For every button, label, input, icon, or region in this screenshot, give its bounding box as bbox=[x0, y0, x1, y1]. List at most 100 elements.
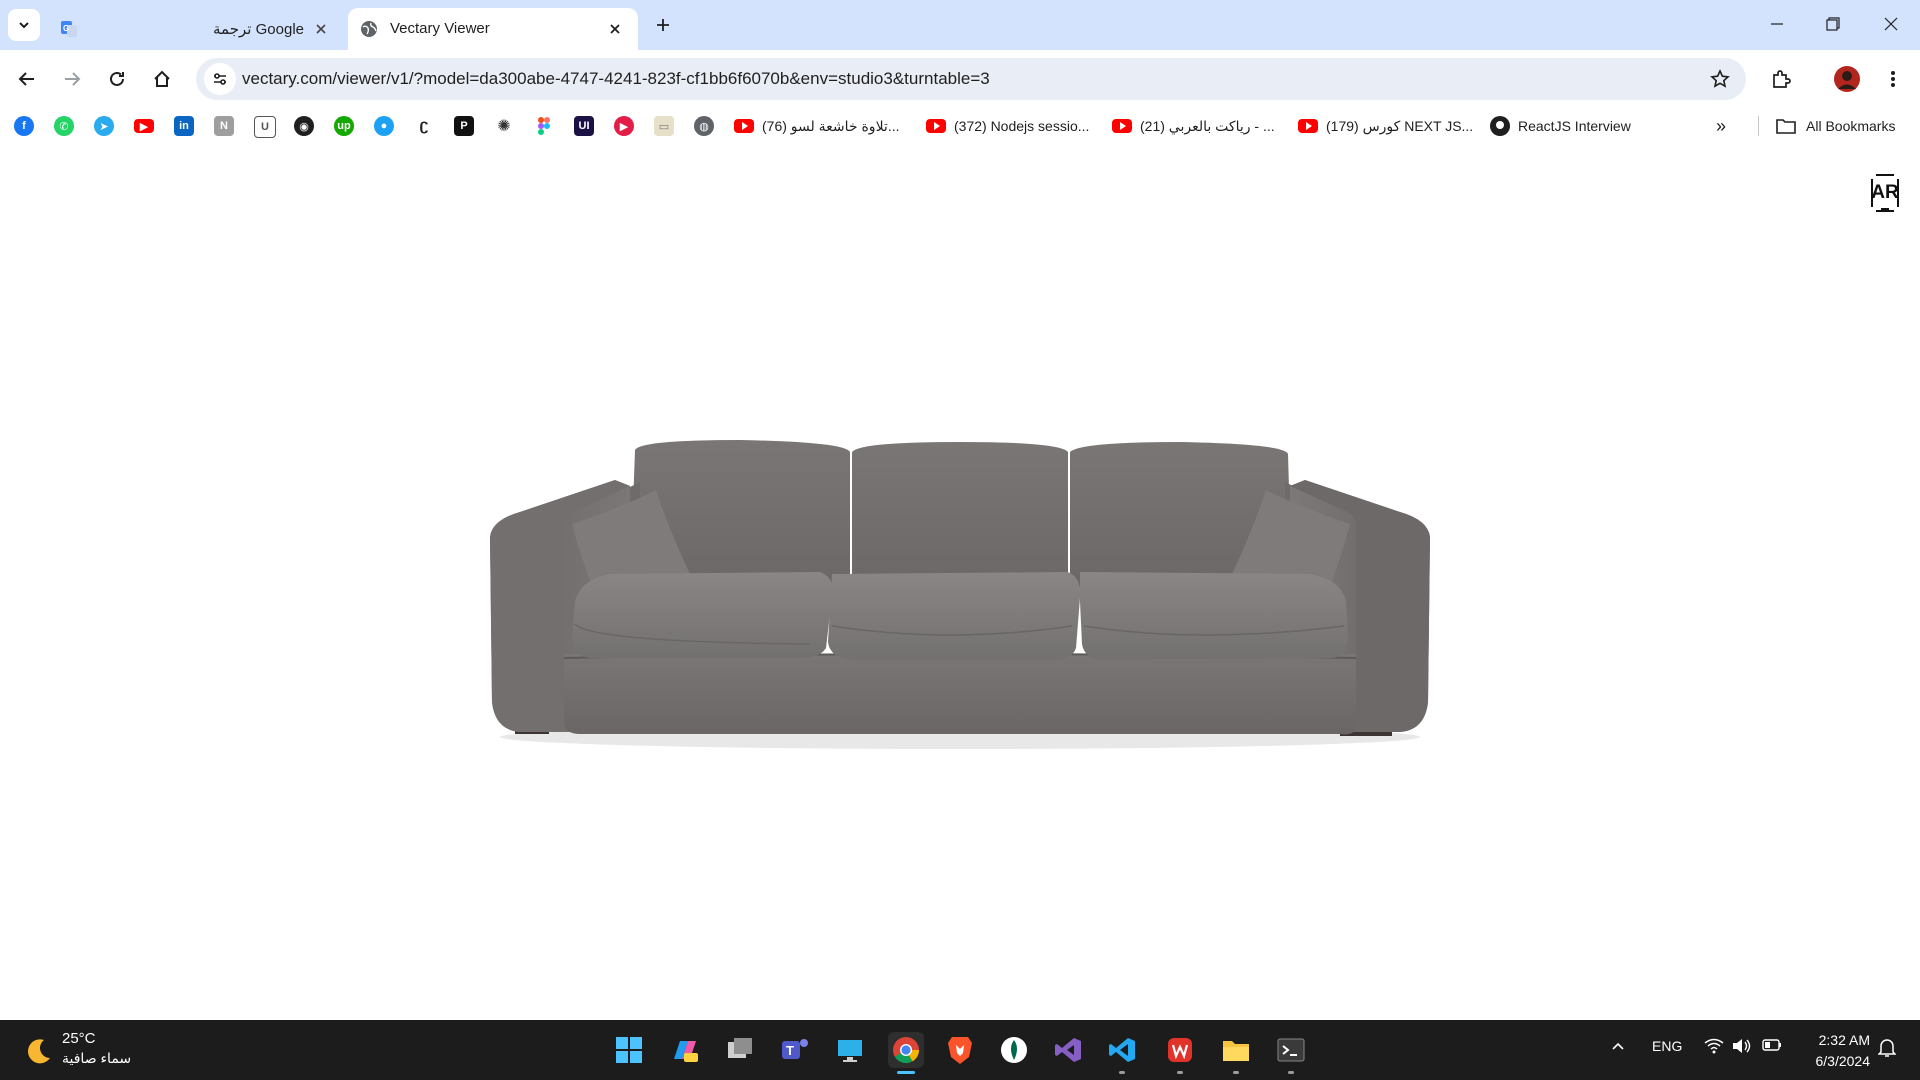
battery-icon[interactable] bbox=[1762, 1038, 1782, 1055]
play-icon[interactable]: ▶ bbox=[614, 116, 634, 136]
bookmark-label: (21) رياكت بالعربي - ... bbox=[1140, 117, 1275, 134]
ar-button[interactable]: AR bbox=[1870, 173, 1900, 213]
bookmark-item[interactable]: (21) رياكت بالعربي - ... bbox=[1112, 115, 1275, 137]
forward-button[interactable] bbox=[55, 62, 89, 96]
desktop-icon[interactable] bbox=[832, 1032, 868, 1068]
windows-taskbar: 25°C سماء صافية T ENG 2:32 AM 6/3/2024 bbox=[0, 1020, 1920, 1080]
visual-studio-icon[interactable] bbox=[1050, 1032, 1086, 1068]
reload-icon bbox=[110, 71, 124, 86]
sofa-3d-model[interactable] bbox=[480, 412, 1440, 752]
more-vertical-icon bbox=[1891, 71, 1895, 87]
teams-icon[interactable]: T bbox=[777, 1032, 813, 1068]
tab-google-translate[interactable]: G ترجمة Google bbox=[48, 8, 344, 50]
bookmark-label: ReactJS Interview bbox=[1518, 118, 1631, 134]
tab-strip: G ترجمة Google Vectary Viewer bbox=[0, 0, 1920, 50]
task-view-icon[interactable] bbox=[722, 1032, 758, 1068]
notion-icon[interactable]: N bbox=[214, 116, 234, 136]
wps-icon[interactable] bbox=[1162, 1032, 1198, 1074]
svg-text:T: T bbox=[786, 1043, 794, 1058]
bookmark-label: (179) كورس NEXT JS... bbox=[1326, 117, 1474, 134]
file-explorer-icon[interactable] bbox=[1218, 1032, 1254, 1074]
reload-button[interactable] bbox=[100, 62, 134, 96]
bookmark-item[interactable]: ReactJS Interview bbox=[1490, 115, 1631, 137]
bookmark-star-icon[interactable] bbox=[1708, 67, 1732, 91]
back-button[interactable] bbox=[10, 62, 44, 96]
clock-time: 2:32 AM bbox=[1818, 1032, 1870, 1048]
extensions-button[interactable] bbox=[1764, 62, 1798, 96]
vectary-viewer-canvas[interactable]: AR bbox=[0, 142, 1920, 1020]
system-clock[interactable]: 2:32 AM 6/3/2024 bbox=[1800, 1030, 1871, 1072]
tab-title: ترجمة Google bbox=[213, 21, 304, 38]
shield-icon[interactable]: U bbox=[254, 116, 276, 138]
brave-icon[interactable] bbox=[942, 1032, 978, 1068]
github-icon[interactable]: ◉ bbox=[294, 116, 314, 136]
profile-button[interactable] bbox=[1830, 62, 1864, 96]
menu-button[interactable] bbox=[1876, 62, 1910, 96]
bookmark-item[interactable]: (372) Nodejs sessio... bbox=[926, 115, 1089, 137]
upwork-icon[interactable]: up bbox=[334, 116, 354, 136]
whatsapp-icon[interactable]: ✆ bbox=[54, 116, 74, 136]
telegram-icon[interactable]: ➤ bbox=[94, 116, 114, 136]
chevron-down-icon bbox=[19, 22, 29, 29]
google-translate-icon: G bbox=[61, 21, 77, 37]
chrome-icon[interactable] bbox=[888, 1032, 924, 1074]
close-window-button[interactable] bbox=[1868, 6, 1914, 42]
active-indicator bbox=[897, 1071, 915, 1074]
show-hidden-icons-chevron-icon[interactable] bbox=[1610, 1038, 1626, 1057]
terminal-icon[interactable] bbox=[1273, 1032, 1309, 1074]
minimize-icon bbox=[1771, 23, 1783, 25]
youtube-icon bbox=[1112, 119, 1132, 133]
openai-icon[interactable]: ✺ bbox=[494, 116, 514, 136]
url-text[interactable]: vectary.com/viewer/v1/?model=da300abe-47… bbox=[242, 69, 990, 89]
browser-toolbar: vectary.com/viewer/v1/?model=da300abe-47… bbox=[0, 50, 1920, 108]
volume-icon[interactable] bbox=[1732, 1038, 1752, 1057]
youtube-icon[interactable]: ▶ bbox=[134, 119, 154, 133]
copilot-icon[interactable] bbox=[667, 1032, 703, 1068]
linkedin-icon[interactable]: in bbox=[174, 116, 194, 136]
moon-icon bbox=[28, 1039, 50, 1064]
vscode-icon[interactable] bbox=[1104, 1032, 1140, 1074]
close-tab-icon[interactable] bbox=[604, 18, 626, 40]
address-bar[interactable]: vectary.com/viewer/v1/?model=da300abe-47… bbox=[196, 58, 1746, 100]
notification-bell-icon[interactable] bbox=[1877, 1038, 1897, 1061]
tab-title: Vectary Viewer bbox=[390, 20, 490, 37]
folder-icon bbox=[1776, 119, 1796, 134]
tab-vectary-viewer[interactable]: Vectary Viewer bbox=[348, 8, 638, 50]
circle-app-icon[interactable]: ● bbox=[374, 116, 394, 136]
home-button[interactable] bbox=[145, 62, 179, 96]
plus-icon bbox=[657, 19, 669, 31]
facebook-icon[interactable]: f bbox=[14, 116, 34, 136]
all-bookmarks-label: All Bookmarks bbox=[1806, 118, 1896, 134]
restore-button[interactable] bbox=[1810, 6, 1856, 42]
bookmark-item[interactable]: (179) كورس NEXT JS... bbox=[1298, 115, 1473, 137]
figma-icon[interactable] bbox=[534, 116, 554, 136]
running-indicator bbox=[1233, 1071, 1239, 1074]
wifi-icon[interactable] bbox=[1704, 1038, 1724, 1057]
producthunt-icon[interactable]: P bbox=[454, 116, 474, 136]
image-icon[interactable]: ▭ bbox=[654, 116, 674, 136]
minimize-button[interactable] bbox=[1754, 6, 1800, 42]
running-indicator bbox=[1288, 1071, 1294, 1074]
youtube-icon bbox=[926, 119, 946, 133]
weather-condition: سماء صافية bbox=[62, 1050, 132, 1066]
github-icon bbox=[1490, 116, 1510, 136]
codepen-icon[interactable]: ʗ bbox=[414, 116, 434, 136]
all-bookmarks-button[interactable]: All Bookmarks bbox=[1776, 115, 1895, 137]
more-bookmarks-chevron-icon[interactable]: » bbox=[1716, 115, 1726, 137]
globe-icon[interactable]: ◍ bbox=[694, 116, 714, 136]
close-tab-icon[interactable] bbox=[310, 18, 332, 40]
uiverse-icon[interactable]: UI bbox=[574, 116, 594, 136]
new-tab-button[interactable] bbox=[650, 12, 676, 38]
tab-search-button[interactable] bbox=[8, 9, 40, 41]
running-indicator bbox=[1177, 1071, 1183, 1074]
site-info-button[interactable] bbox=[204, 63, 236, 95]
ar-frame-icon bbox=[1871, 174, 1899, 212]
bookmarks-bar: f ✆ ➤ ▶ in N U ◉ up ● ʗ P ✺ UI ▶ ▭ ◍ (76… bbox=[0, 108, 1920, 142]
mongodb-compass-icon[interactable] bbox=[996, 1032, 1032, 1068]
language-indicator[interactable]: ENG bbox=[1652, 1038, 1682, 1054]
bookmark-item[interactable]: (76) تلاوة خاشعة لسو... bbox=[734, 115, 900, 137]
bookmark-label: (76) تلاوة خاشعة لسو... bbox=[762, 117, 900, 134]
tune-icon bbox=[214, 73, 226, 85]
restore-icon bbox=[1826, 17, 1840, 31]
start-icon[interactable] bbox=[611, 1032, 647, 1068]
